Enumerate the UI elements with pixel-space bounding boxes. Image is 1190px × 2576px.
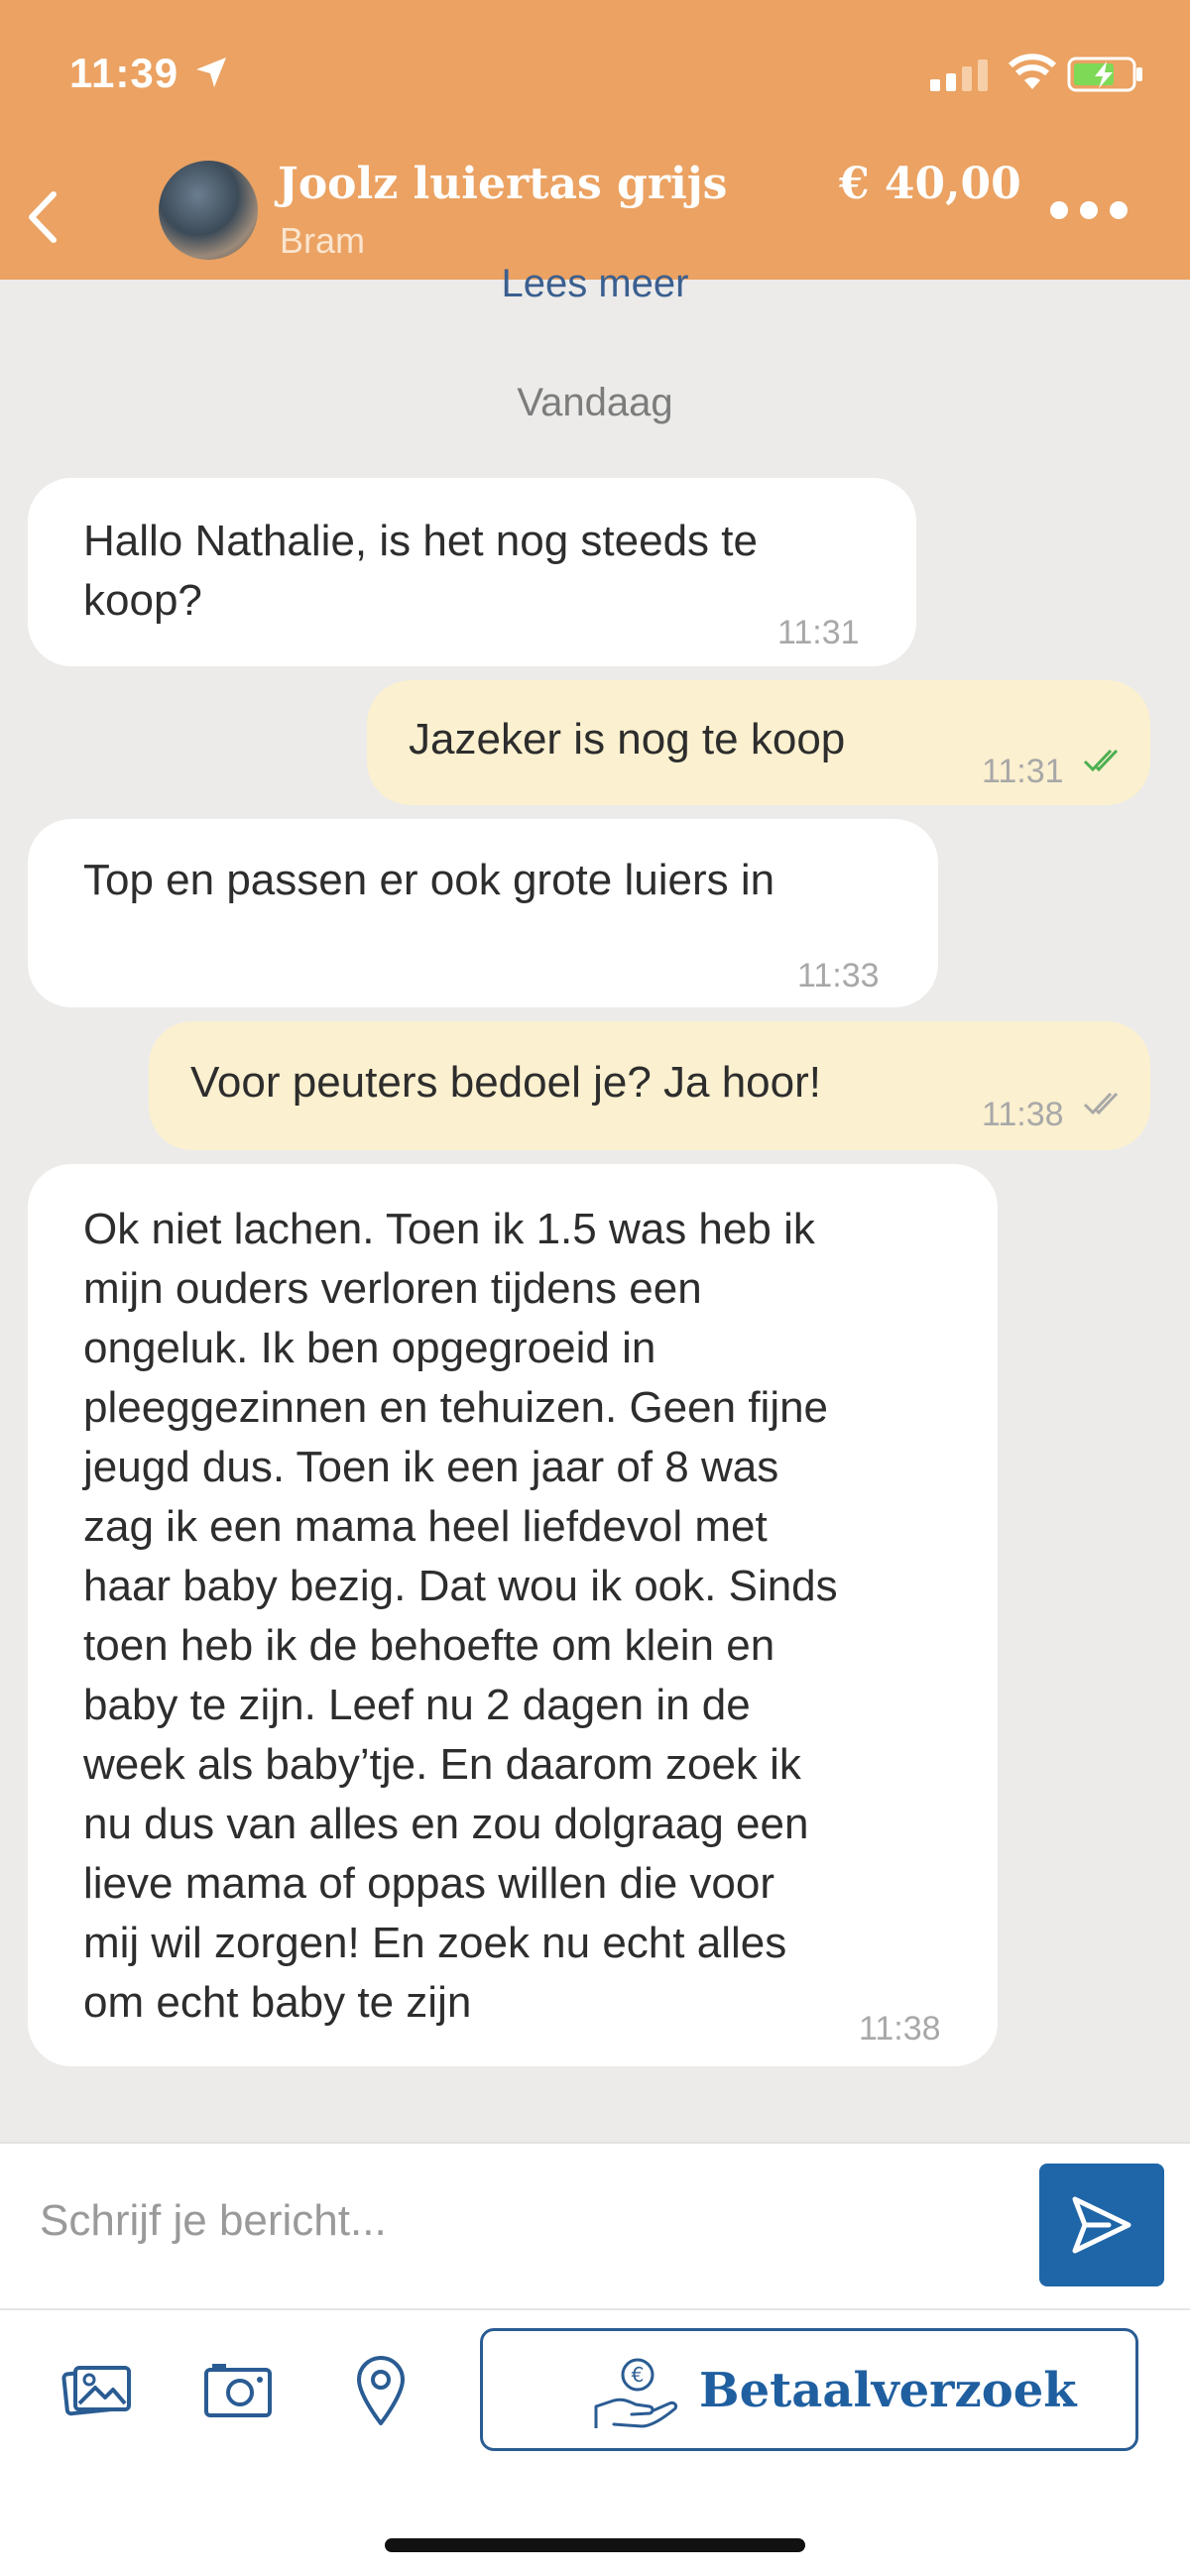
svg-text:€: €: [632, 2363, 645, 2387]
message-time: 11:31: [777, 614, 860, 651]
message-text: Ok niet lachen. Toen ik 1.5 was heb ik m…: [83, 1205, 838, 2027]
item-avatar[interactable]: [159, 161, 258, 260]
home-indicator[interactable]: [385, 2538, 805, 2552]
euro-hand-icon: €: [594, 2358, 677, 2428]
message-input[interactable]: [40, 2181, 1012, 2261]
location-arrow-icon: [196, 58, 226, 87]
send-button[interactable]: [1039, 2164, 1164, 2286]
double-check-icon: [1083, 1092, 1119, 1115]
message-bubble-outgoing: Jazeker is nog te koop 11:31: [367, 680, 1150, 805]
camera-icon[interactable]: [202, 2360, 274, 2419]
back-chevron-icon[interactable]: [22, 188, 61, 246]
wifi-icon: [1008, 54, 1057, 89]
location-pin-icon[interactable]: [353, 2352, 409, 2427]
more-dots-icon[interactable]: [1049, 198, 1129, 222]
message-bubble-incoming: Ok niet lachen. Toen ik 1.5 was heb ik m…: [28, 1164, 998, 2066]
message-text: Top en passen er ook grote luiers in: [83, 856, 775, 904]
gallery-icon[interactable]: [61, 2362, 133, 2417]
status-time: 11:39: [69, 50, 179, 96]
seller-name: Bram: [280, 220, 366, 261]
date-separator: Vandaag: [517, 381, 673, 424]
message-time: 11:38: [982, 1096, 1064, 1133]
home-bar-area: [0, 2469, 1190, 2576]
item-title[interactable]: Joolz luiertas grijs: [278, 159, 727, 209]
payment-request-label[interactable]: Betaalverzoek: [699, 2363, 1077, 2418]
message-bubble-incoming: Top en passen er ook grote luiers in 11:…: [28, 819, 938, 1007]
message-bubble-outgoing: Voor peuters bedoel je? Ja hoor! 11:38: [149, 1021, 1150, 1150]
battery-charging-icon: [1067, 57, 1142, 92]
message-time: 11:38: [859, 2010, 941, 2048]
message-time: 11:33: [797, 957, 880, 995]
read-more-link[interactable]: Lees meer: [0, 260, 1190, 299]
message-bubble-incoming: Hallo Nathalie, is het nog steeds te koo…: [28, 478, 916, 666]
signal-icon: [930, 59, 988, 91]
read-more-label[interactable]: Lees meer: [502, 262, 689, 299]
message-time: 11:31: [982, 753, 1064, 790]
item-price: € 40,00: [839, 159, 1021, 209]
send-icon: [1072, 2196, 1131, 2254]
payment-request-button[interactable]: € Betaalverzoek: [480, 2328, 1138, 2451]
double-check-icon: [1083, 749, 1119, 772]
